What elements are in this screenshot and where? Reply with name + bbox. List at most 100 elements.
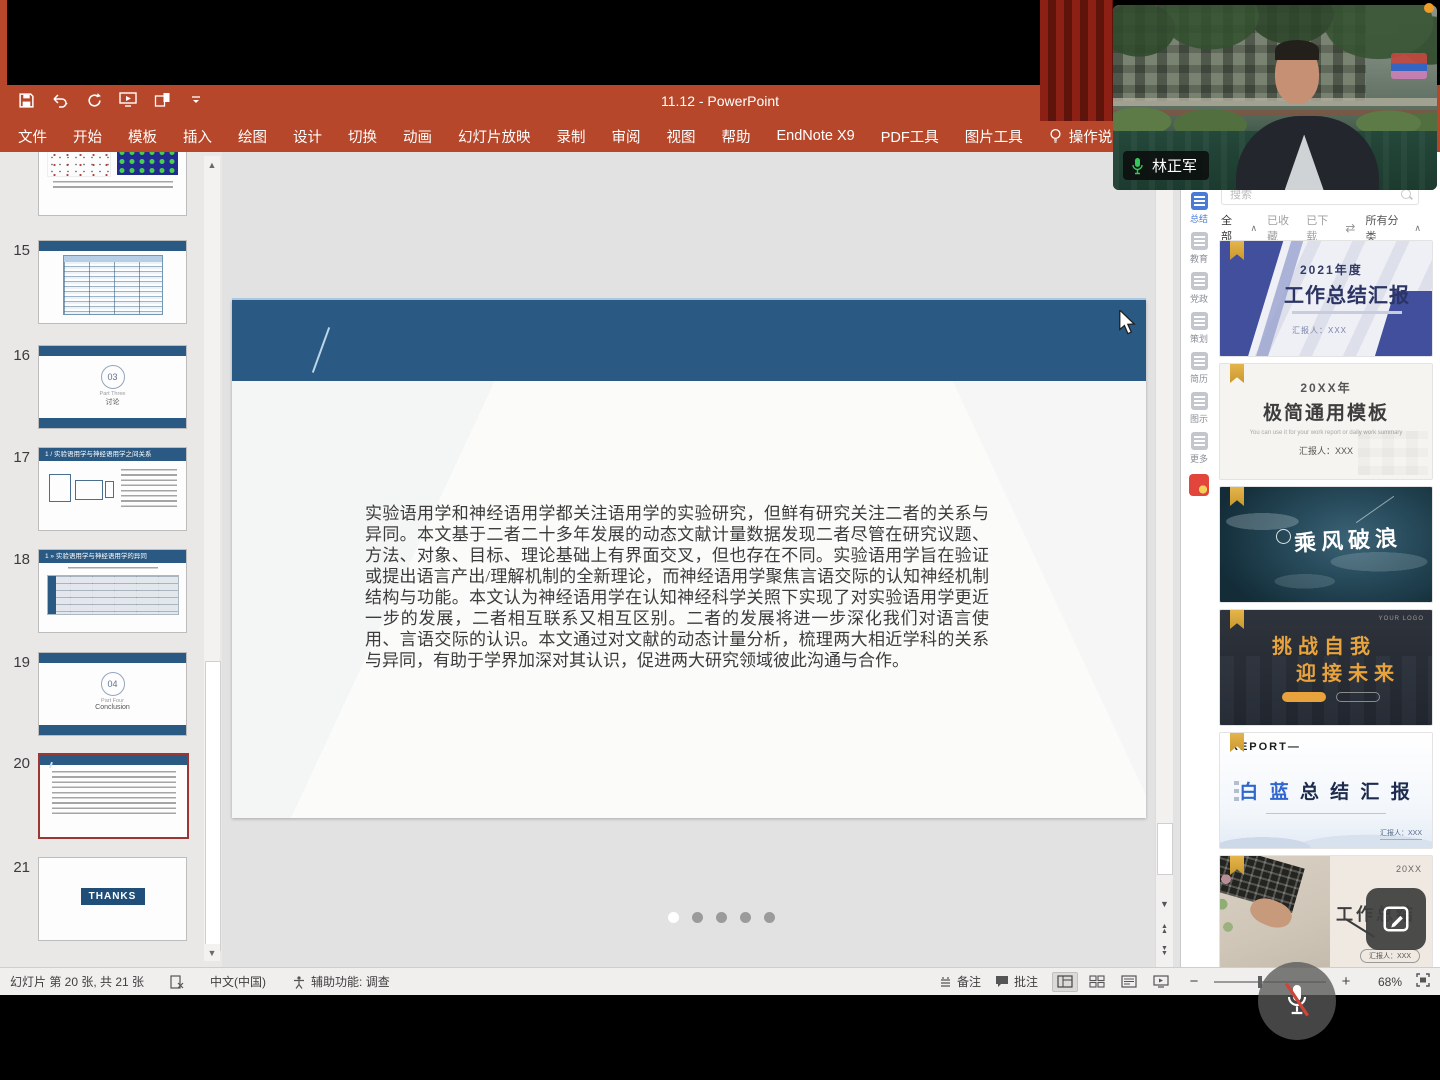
thanks-box: THANKS [81, 888, 145, 905]
ribbon-tabs: 文件 开始 模板 插入 绘图 设计 切换 动画 幻灯片放映 录制 审阅 视图 帮助 EndNote X9 P… [18, 126, 1023, 147]
thumb-text-lines [121, 469, 177, 509]
slide-thumbnail-18[interactable]: 1 » 实验语用学与神经语用学的异同 [38, 549, 187, 633]
ribbon-tab-录制[interactable]: 录制 [557, 126, 586, 147]
slide-number: 21 [2, 859, 30, 876]
mouse-cursor [1118, 310, 1136, 336]
template-card-3[interactable]: YOUR LOGO挑战自我迎接未来 [1219, 609, 1433, 726]
ribbon-tab-帮助[interactable]: 帮助 [722, 126, 751, 147]
slide-thumbnail-20[interactable] [38, 753, 189, 839]
template-title-line2: 极简通用模板 [1220, 398, 1432, 425]
slide-number: 17 [2, 449, 30, 466]
slide-thumb-row: 17 1 / 实验语用学与神经语用学之间关系 [0, 447, 222, 531]
scroll-down-icon[interactable]: ▼ [204, 944, 220, 961]
ribbon-tab-文件[interactable]: 文件 [18, 126, 47, 147]
thumb-title: 1 » 实验语用学与神经语用学的异同 [39, 550, 186, 563]
reading-view-button[interactable] [1116, 972, 1142, 992]
template-title-line1: 20XX年 [1220, 379, 1432, 396]
template-title-line2: 迎接未来 [1296, 657, 1400, 686]
thumb-graphics [39, 152, 186, 181]
slide-thumbnail-17[interactable]: 1 / 实验语用学与神经语用学之间关系 [38, 447, 187, 531]
ribbon-tab-绘图[interactable]: 绘图 [238, 126, 267, 147]
abstract-text-lines [52, 771, 176, 817]
slide-counter: 幻灯片 第 20 张, 共 21 张 [10, 973, 144, 990]
ribbon-tab-图片工具[interactable]: 图片工具 [965, 126, 1023, 147]
proofing-icon[interactable] [170, 975, 184, 989]
zoom-out-button[interactable]: − [1188, 973, 1200, 990]
slide-thumbnail-16[interactable]: 03Part Three讨论 [38, 345, 187, 429]
fit-to-window-icon[interactable] [1416, 973, 1430, 990]
accessibility-status[interactable]: 辅助功能: 调查 [292, 973, 390, 990]
thumb-header-bar [40, 755, 187, 765]
ribbon-tab-开始[interactable]: 开始 [73, 126, 102, 147]
slide-number: 16 [2, 347, 30, 364]
title-accent: 白 蓝 [1239, 782, 1291, 803]
ribbon-tab-视图[interactable]: 视图 [667, 126, 696, 147]
editor-scrollbar-thumb[interactable] [1157, 823, 1173, 875]
ribbon-tab-动画[interactable]: 动画 [403, 126, 432, 147]
editor-scrollbar[interactable]: ▼ ▲▲ ▼▼ [1155, 152, 1173, 967]
thumb-table-graphic [63, 255, 163, 315]
laptop-photo [1220, 856, 1330, 967]
pagination-dot[interactable] [716, 912, 727, 923]
screen: 11.12 - PowerPoint 文件开始模板插入绘图设计切换动画幻灯片放映… [0, 0, 1440, 1080]
video-call-overlay[interactable]: 林正军 [1113, 5, 1437, 190]
slide-body-text[interactable]: 实验语用学和神经语用学都关注语用学的实验研究，但鲜有研究关注二者的关系与异同。本… [365, 503, 989, 671]
slideshow-view-button[interactable] [1148, 972, 1174, 992]
slide-thumbnail-15[interactable] [38, 240, 187, 324]
slide-title-bar[interactable] [232, 300, 1146, 381]
ribbon-tab-切换[interactable]: 切换 [348, 126, 377, 147]
zoom-percentage[interactable]: 68% [1366, 975, 1402, 989]
slide-thumb-row: 15 [0, 240, 222, 324]
notes-button[interactable]: 备注 [939, 973, 981, 990]
template-title-line1: 2021年度 [1300, 261, 1363, 278]
ribbon-tab-设计[interactable]: 设计 [293, 126, 322, 147]
thumb-text-lines [53, 181, 173, 191]
slide-thumb-row: 20 [0, 753, 222, 837]
zoom-in-button[interactable]: + [1340, 973, 1352, 990]
scroll-down-icon[interactable]: ▼ [1156, 895, 1173, 913]
current-slide-canvas[interactable]: 实验语用学和神经语用学都关注语用学的实验研究，但鲜有研究关注二者的关系与异同。本… [232, 300, 1146, 818]
template-subtitle: You can use it for your work report or d… [1248, 429, 1404, 437]
thumb-table-graphic [47, 575, 179, 615]
ribbon-tab-模板[interactable]: 模板 [128, 126, 157, 147]
template-title: 白 蓝 总 结 汇 报 [1220, 777, 1432, 804]
diagram-box [75, 480, 103, 500]
slide-thumbnail-21[interactable]: THANKS [38, 857, 187, 941]
ribbon-tab-EndNote X9[interactable]: EndNote X9 [777, 128, 855, 144]
diagram-graphic [49, 469, 113, 513]
pagination-dot[interactable] [740, 912, 751, 923]
speaker-hair [1275, 40, 1319, 60]
speaker-name: 林正军 [1152, 155, 1197, 176]
microphone-muted-icon [1280, 981, 1314, 1021]
slide-number: 18 [2, 551, 30, 568]
subtitle-line [1292, 311, 1402, 314]
slide-sorter-view-button[interactable] [1084, 972, 1110, 992]
slide-number: 20 [2, 755, 30, 772]
previous-slide-icon[interactable]: ▲▲ [1156, 920, 1173, 938]
template-card-1[interactable]: 20XX年极简通用模板 You can use it for your work … [1219, 363, 1433, 480]
lightbulb-icon [1049, 128, 1062, 144]
slide-thumbnail-19[interactable]: 04Part FourConclusion [38, 652, 187, 736]
slide-thumb-row: 16 03Part Three讨论 [0, 345, 222, 429]
notes-icon [939, 975, 952, 988]
pagination-dot[interactable] [692, 912, 703, 923]
template-card-2[interactable]: 乘风破浪 [1219, 486, 1433, 603]
next-slide-icon[interactable]: ▼▼ [1156, 942, 1173, 960]
slide-thumbnail-partial[interactable] [38, 152, 187, 216]
pill-decoration [1336, 692, 1380, 702]
language-indicator[interactable]: 中文(中国) [210, 973, 266, 990]
pagination-dot[interactable] [668, 912, 679, 923]
window-edge-sliver [0, 0, 7, 85]
microphone-muted-button[interactable] [1258, 962, 1336, 1040]
ribbon-tab-插入[interactable]: 插入 [183, 126, 212, 147]
ribbon-tab-审阅[interactable]: 审阅 [612, 126, 641, 147]
template-card-4[interactable]: REPORT—白 蓝 总 结 汇 报汇报人：XXX [1219, 732, 1433, 849]
comments-button[interactable]: 批注 [995, 973, 1038, 990]
thumb-body [39, 461, 186, 513]
pagination-dot[interactable] [764, 912, 775, 923]
ribbon-tab-幻灯片放映[interactable]: 幻灯片放映 [458, 126, 531, 147]
normal-view-button[interactable] [1052, 972, 1078, 992]
ribbon-tab-PDF工具[interactable]: PDF工具 [881, 126, 939, 147]
annotate-button[interactable] [1366, 888, 1426, 950]
template-card-0[interactable]: 2021年度工作总结汇报汇报人：XXX [1219, 240, 1433, 357]
